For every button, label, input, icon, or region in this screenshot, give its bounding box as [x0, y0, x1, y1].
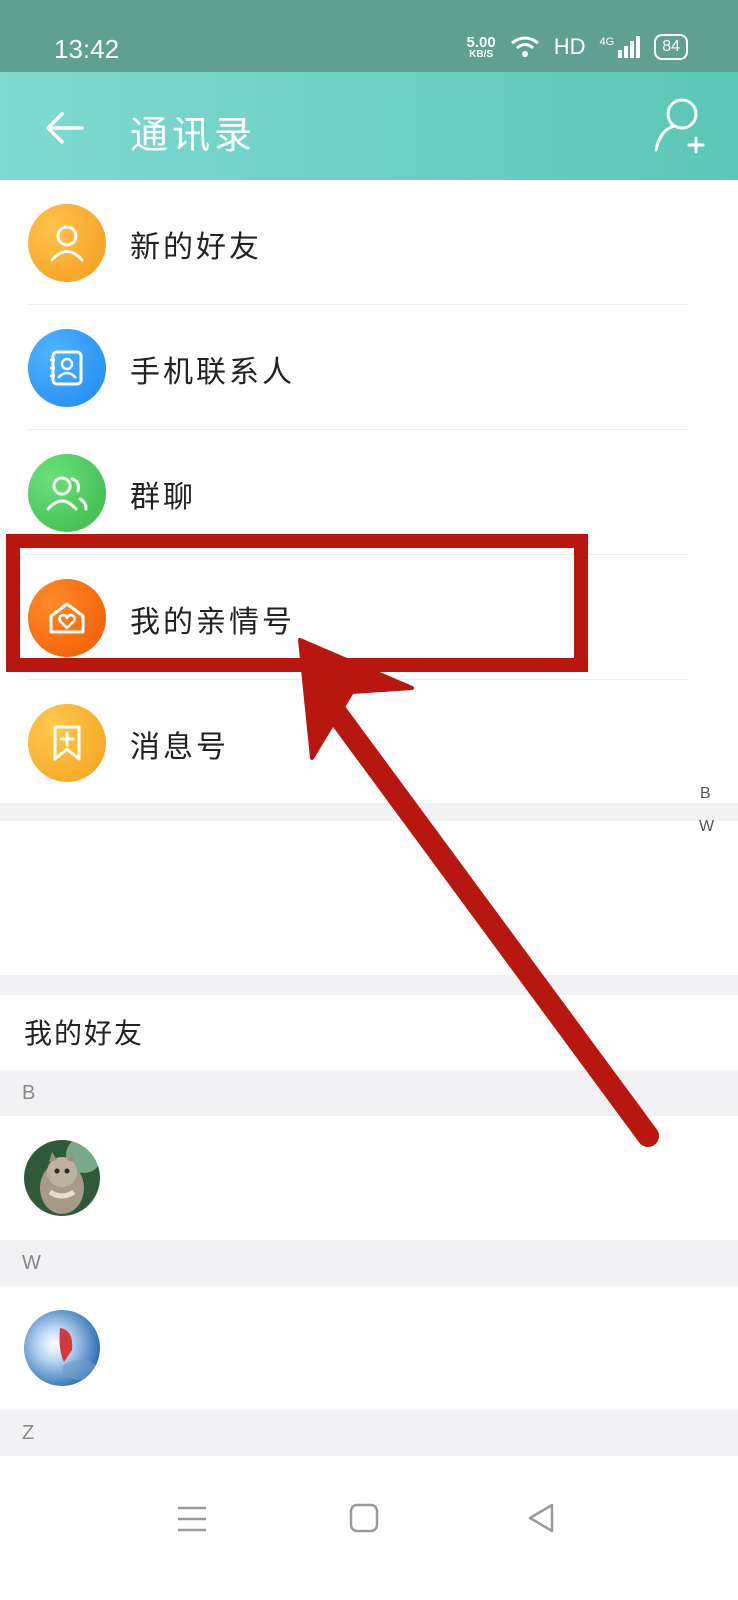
section-header-w: W	[0, 1240, 738, 1286]
arrow-left-icon[interactable]	[42, 106, 86, 150]
index-letter-w[interactable]: W	[699, 818, 714, 836]
hd-indicator: HD	[553, 34, 586, 59]
menu-item-new-friends[interactable]: 新的好友	[0, 180, 738, 305]
person-icon	[28, 204, 106, 282]
menu-icon[interactable]	[176, 1504, 208, 1534]
add-contact-icon[interactable]	[652, 96, 708, 154]
contact-book-icon	[28, 329, 106, 407]
signal-indicator: 4G	[600, 36, 641, 58]
bookmark-plus-icon	[28, 704, 106, 782]
menu-item-message-number[interactable]: 消息号	[0, 680, 738, 805]
signal-label: 4G	[599, 36, 615, 48]
section-separator	[0, 803, 738, 821]
sky-avatar	[24, 1310, 100, 1386]
section-separator	[0, 975, 738, 995]
menu-label: 手机联系人	[130, 355, 295, 390]
highlight-annotation	[6, 534, 588, 672]
net-speed-value: 5.00	[466, 33, 496, 51]
menu-item-phone-contacts[interactable]: 手机联系人	[0, 305, 738, 430]
menu-label: 新的好友	[130, 230, 262, 265]
kitten-avatar	[24, 1140, 100, 1216]
index-letter-b[interactable]: B	[700, 785, 711, 803]
menu-label: 消息号	[130, 730, 229, 765]
app-header: 通讯录	[0, 72, 738, 180]
status-time: 13:42	[54, 34, 120, 64]
home-square-icon[interactable]	[348, 1502, 380, 1534]
page-title: 通讯录	[130, 113, 257, 157]
section-letter: Z	[22, 1422, 35, 1444]
net-speed: 5.00 KB/S	[467, 35, 496, 60]
signal-bars-icon	[618, 36, 641, 58]
group-icon	[28, 454, 106, 532]
section-letter: W	[22, 1252, 41, 1274]
friend-row[interactable]	[0, 1286, 738, 1410]
net-speed-unit: KB/S	[469, 48, 494, 60]
menu-label: 群聊	[130, 480, 196, 515]
contacts-menu: 新的好友 手机联系人 群聊 我的亲情号 消息号	[0, 180, 738, 805]
friend-row[interactable]	[0, 1116, 738, 1240]
wifi-icon	[510, 36, 539, 57]
friends-group-title: 我的好友	[24, 1017, 145, 1050]
section-header-z: Z	[0, 1410, 738, 1456]
status-bar: 13:42 5.00 KB/S HD 4G 84	[0, 0, 738, 72]
system-nav-bar	[0, 1456, 738, 1600]
battery-indicator: 84	[654, 34, 688, 60]
status-indicators: 5.00 KB/S HD 4G 84	[467, 34, 688, 60]
section-header-b: B	[0, 1070, 738, 1116]
back-triangle-icon[interactable]	[526, 1502, 556, 1534]
section-letter: B	[22, 1082, 36, 1104]
